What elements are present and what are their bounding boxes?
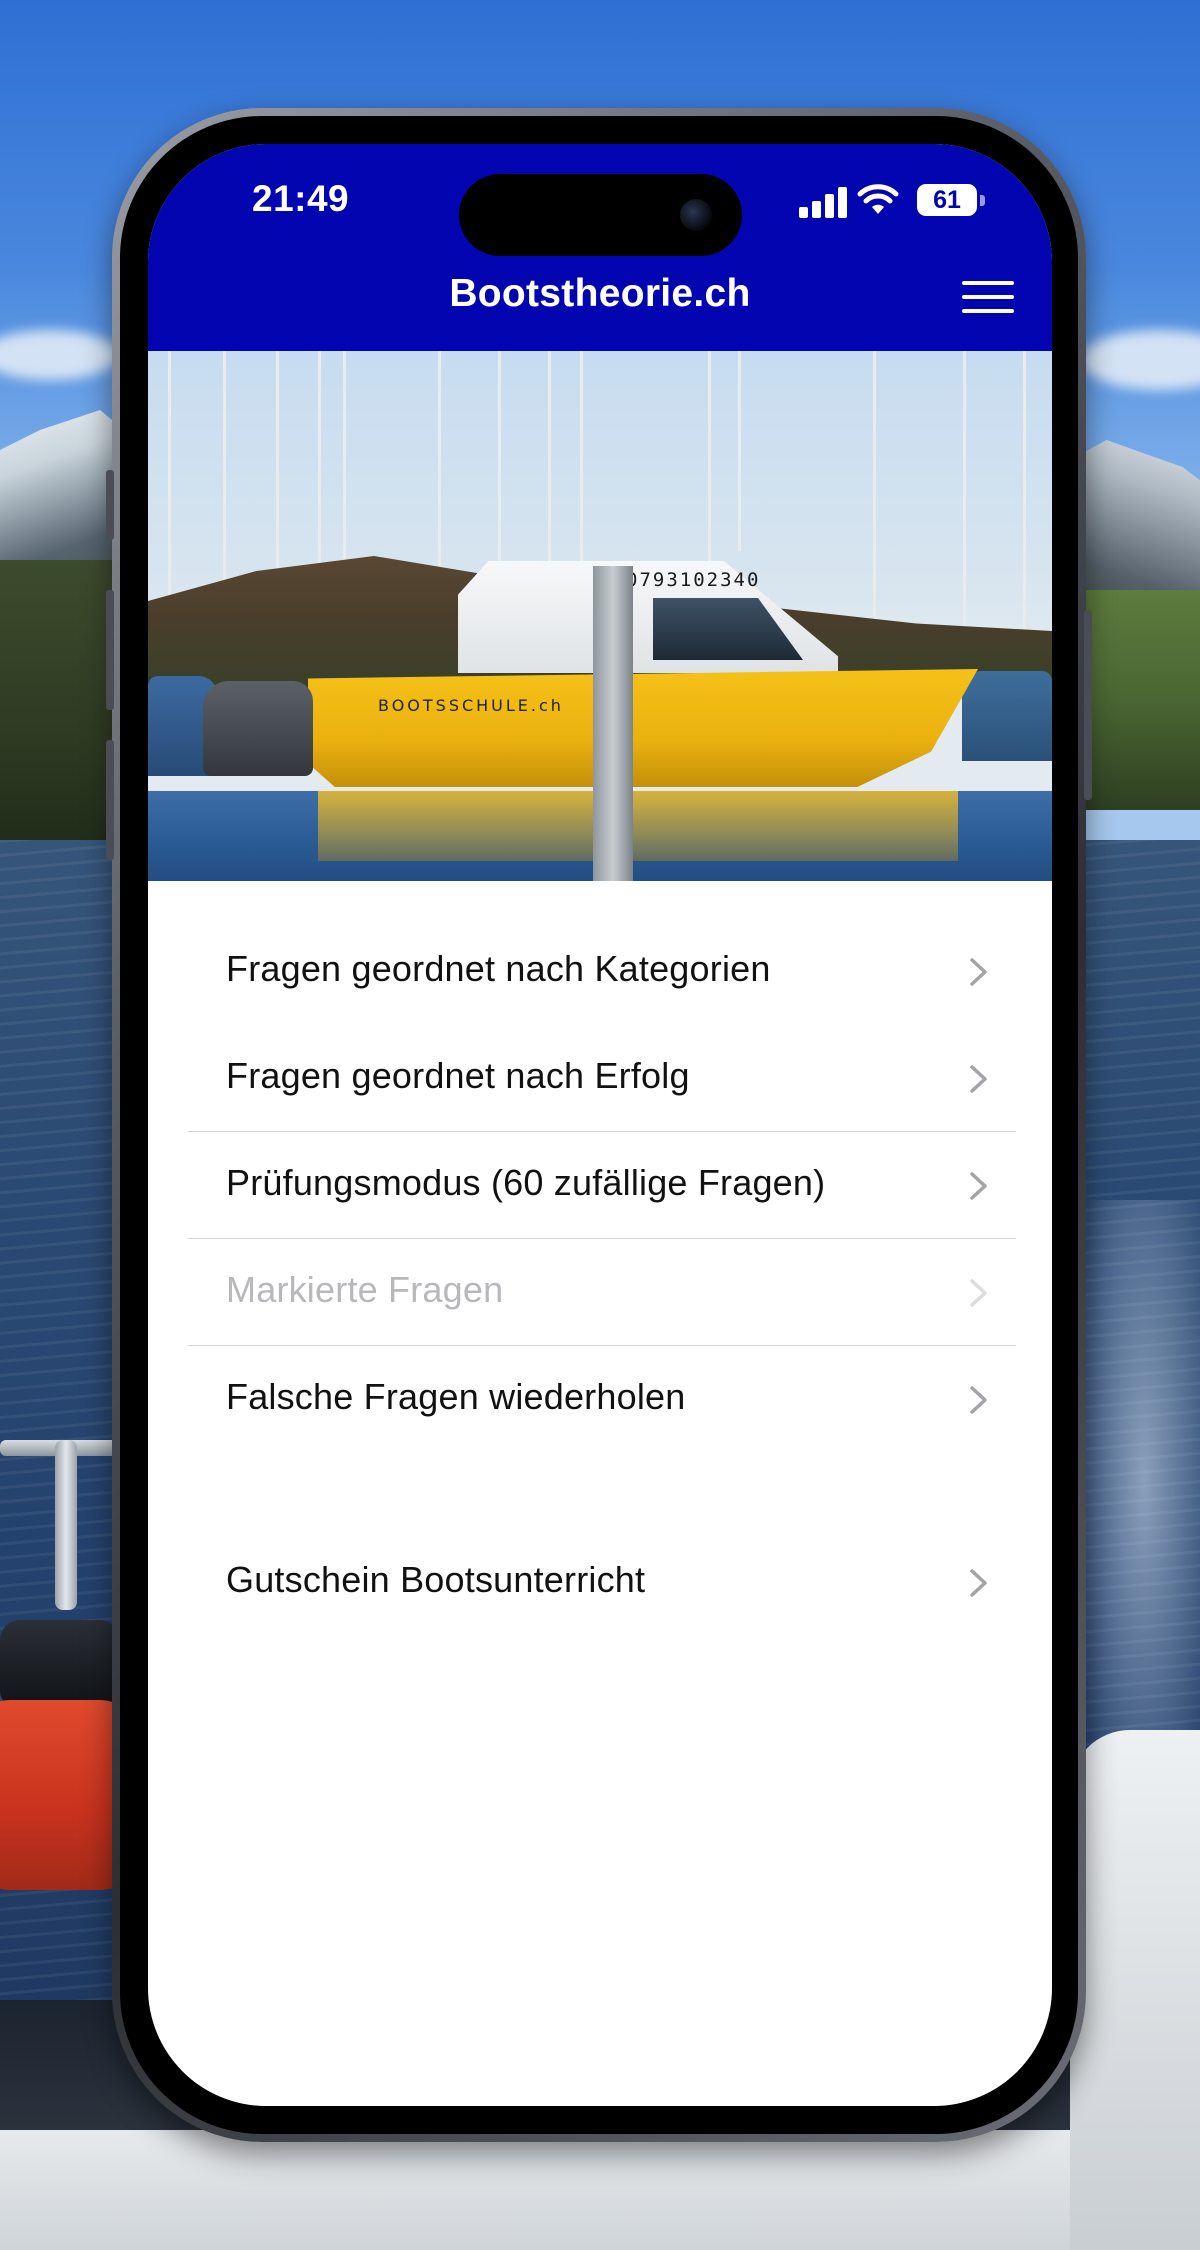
menu-item-label: Falsche Fragen wiederholen: [226, 1376, 686, 1417]
app-header: 21:49 61 Bootstheorie.ch: [148, 144, 1052, 351]
app-screen: 21:49 61 Bootstheorie.ch 0793102340 BOOT…: [148, 144, 1052, 2106]
mooring-post: [593, 566, 633, 881]
menu-item-label: Prüfungsmodus (60 zufällige Fragen): [226, 1162, 826, 1203]
hero-boat-image: 0793102340 BOOTSSCHULE.ch: [148, 351, 1052, 881]
cellular-signal-icon: [799, 186, 847, 218]
background-deck: [1070, 1730, 1200, 2250]
battery-tip: [980, 195, 985, 206]
menu-item-voucher[interactable]: Gutschein Bootsunterricht: [188, 1529, 1016, 1635]
phone-volume-down-button: [106, 740, 114, 860]
chevron-right-icon: [970, 1386, 987, 1414]
chevron-right-icon: [970, 1065, 987, 1093]
phone-power-button: [1084, 610, 1092, 800]
hamburger-menu-icon[interactable]: [962, 281, 1014, 315]
chevron-right-icon: [970, 958, 987, 986]
background-engine: [0, 1620, 120, 1710]
phone-volume-up-button: [106, 590, 114, 710]
menu-item-success[interactable]: Fragen geordnet nach Erfolg: [188, 1025, 1016, 1131]
menu-item-marked: Markierte Fragen: [188, 1239, 1016, 1345]
battery-icon: 61: [917, 184, 977, 216]
background-boat-rail: [55, 1440, 77, 1610]
boat-window: [653, 598, 803, 660]
menu-item-label: Fragen geordnet nach Erfolg: [226, 1055, 690, 1096]
menu-item-label: Gutschein Bootsunterricht: [226, 1559, 646, 1600]
menu-item-exam-mode[interactable]: Prüfungsmodus (60 zufällige Fragen): [188, 1132, 1016, 1238]
boat-name: BOOTSSCHULE.ch: [378, 696, 564, 715]
front-camera-icon: [680, 199, 712, 231]
app-title: Bootstheorie.ch: [449, 272, 751, 315]
wifi-icon: [857, 184, 899, 214]
menu-item-label: Fragen geordnet nach Kategorien: [226, 948, 771, 989]
dynamic-island: [459, 174, 742, 256]
boat-phone-number: 0793102340: [626, 569, 761, 591]
boat-hull: [308, 669, 978, 787]
boat-outboard-motor: [203, 681, 313, 776]
hero-covered-boat: [962, 671, 1052, 761]
menu-item-repeat-wrong[interactable]: Falsche Fragen wiederholen: [188, 1346, 1016, 1452]
chevron-right-icon: [970, 1279, 987, 1307]
background-deck: [0, 2130, 1200, 2250]
menu-item-categories[interactable]: Fragen geordnet nach Kategorien: [188, 918, 1016, 1024]
menu-item-label: Markierte Fragen: [226, 1269, 504, 1310]
hero-reflection: [318, 791, 958, 861]
chevron-right-icon: [970, 1172, 987, 1200]
status-time: 21:49: [252, 178, 350, 219]
chevron-right-icon: [970, 1569, 987, 1597]
phone-action-button: [106, 470, 114, 540]
